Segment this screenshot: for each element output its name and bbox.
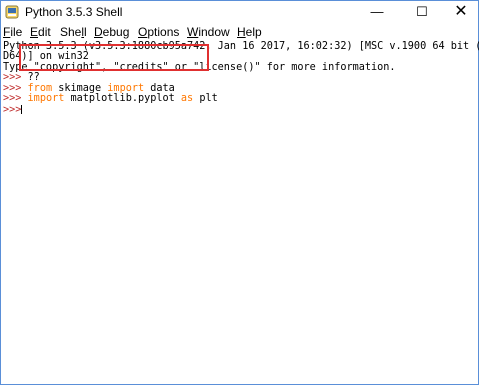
menu-shell[interactable]: Shell bbox=[60, 25, 87, 39]
close-icon: ✕ bbox=[454, 3, 468, 20]
prompt: >>> bbox=[3, 104, 22, 116]
title-bar[interactable]: Python 3.5.3 Shell — ☐ ✕ bbox=[1, 1, 478, 24]
menu-help[interactable]: Help bbox=[237, 25, 262, 39]
menu-debug[interactable]: Debug bbox=[94, 25, 129, 39]
text-cursor bbox=[21, 105, 23, 114]
prompt: >>> bbox=[3, 93, 22, 104]
close-button[interactable]: ✕ bbox=[446, 1, 476, 24]
menu-edit[interactable]: Edit bbox=[30, 25, 51, 39]
maximize-icon: ☐ bbox=[416, 4, 428, 19]
menu-options[interactable]: Options bbox=[138, 25, 179, 39]
shell-text-area[interactable]: Python 3.5.3 (v3.5.3:1880cb95a742, Jan 1… bbox=[1, 41, 479, 384]
shell-line: >>> ?? bbox=[3, 72, 40, 83]
menu-window[interactable]: Window bbox=[187, 25, 230, 39]
prompt: >>> bbox=[3, 72, 22, 83]
window-title: Python 3.5.3 Shell bbox=[25, 5, 123, 19]
idle-shell-window: Python 3.5.3 Shell — ☐ ✕ File Edit Shell… bbox=[0, 0, 479, 385]
shell-input-line[interactable]: >>> bbox=[3, 104, 23, 116]
minimize-icon: — bbox=[370, 4, 384, 19]
shell-line: >>> import matplotlib.pyplot as plt bbox=[3, 93, 218, 104]
minimize-button[interactable]: — bbox=[362, 1, 392, 24]
menu-bar: File Edit Shell Debug Options Window Hel… bbox=[1, 24, 478, 42]
highlight-box bbox=[19, 44, 209, 71]
python-idle-icon bbox=[5, 5, 19, 19]
maximize-button[interactable]: ☐ bbox=[407, 1, 437, 24]
menu-file[interactable]: File bbox=[3, 25, 22, 39]
